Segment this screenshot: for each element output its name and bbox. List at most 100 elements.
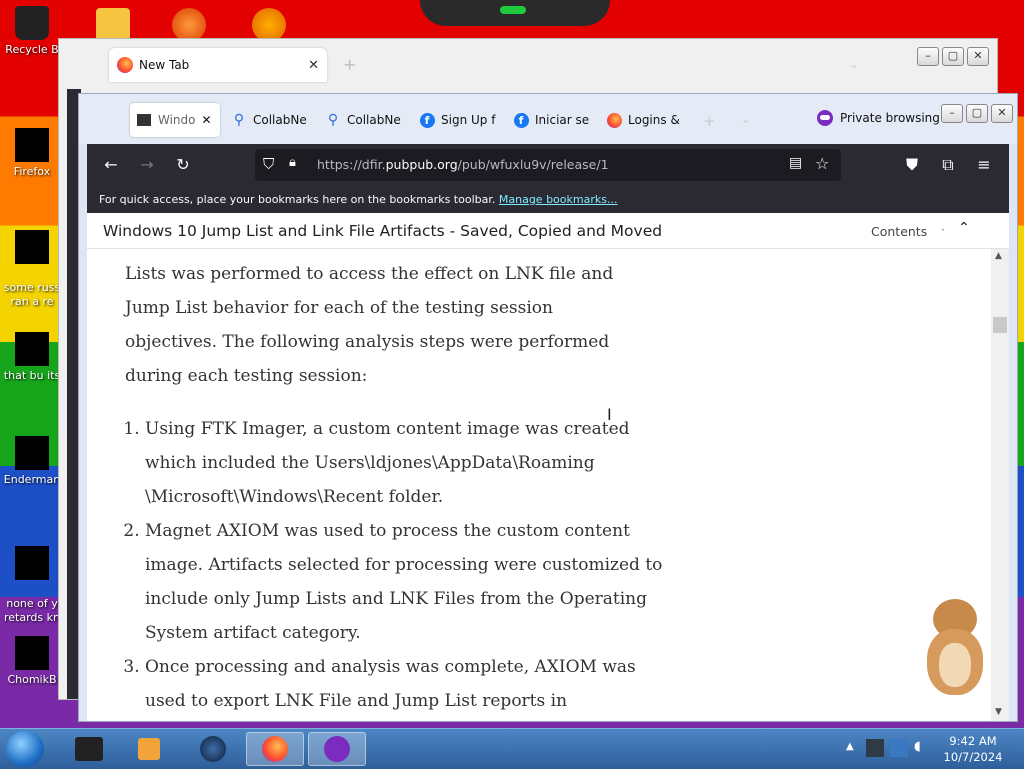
forward-icon[interactable]: → <box>136 154 158 176</box>
taskbar-firefox[interactable] <box>246 732 304 766</box>
minimize-icon[interactable]: – <box>917 47 939 66</box>
collapse-up-icon[interactable]: ⌃ <box>958 220 970 236</box>
bookmarks-toolbar: For quick access, place your bookmarks h… <box>87 186 1009 213</box>
chevron-down-icon[interactable]: ⌄ <box>741 112 751 126</box>
article-content: Lists was performed to access the effect… <box>87 249 991 721</box>
desktop-icon-firefox[interactable]: Firefox <box>2 128 62 179</box>
tab-iniciar-sesion[interactable]: f Iniciar se <box>513 103 589 137</box>
desktop-icon-label: some russ ran a re <box>3 281 61 308</box>
manage-bookmarks-link[interactable]: Manage bookmarks... <box>499 193 618 206</box>
url-domain: pubpub.org <box>385 157 458 172</box>
firefox-icon <box>117 57 133 73</box>
bookmarks-hint: For quick access, place your bookmarks h… <box>99 193 496 206</box>
file-icon <box>15 436 49 470</box>
tab-windows-jump-list[interactable]: Windo ✕ <box>130 103 220 137</box>
lock-icon[interactable]: 🔒︎ <box>289 155 296 170</box>
volume-icon[interactable]: ◖ <box>914 739 921 754</box>
clock[interactable]: 9:42 AM 10/7/2024 <box>938 733 1008 765</box>
new-tab-icon[interactable]: + <box>703 112 716 130</box>
desktop-icon-russ[interactable]: some russ ran a re <box>2 216 62 309</box>
window-controls: – ▢ ✕ <box>941 104 1013 123</box>
tab-new-tab[interactable]: New Tab ✕ <box>109 48 327 82</box>
bookmark-star-icon[interactable]: ☆ <box>815 154 829 173</box>
list-item: Magnet AXIOM was used to process the cus… <box>145 514 665 650</box>
tab-sign-up[interactable]: f Sign Up f <box>419 103 495 137</box>
text-cursor-icon: I <box>607 405 612 424</box>
navigation-toolbar: ← → ↻ ⛉ 🔒︎ https://dfir.pubpub.org/pub/w… <box>87 144 1009 186</box>
clock-time: 9:42 AM <box>949 734 997 748</box>
desktop-icon-label: Firefox <box>13 165 51 178</box>
search-icon: ⚲ <box>233 112 245 128</box>
reader-view-icon[interactable]: ▤ <box>789 155 802 171</box>
shield-icon[interactable]: ⛉ <box>263 155 274 173</box>
desktop-icon-label: that bu its <box>3 369 61 382</box>
tray-app-icon[interactable] <box>866 739 884 757</box>
pocket-icon[interactable]: ⛊ <box>901 154 923 176</box>
taskbar: ▲ ◖ 9:42 AM 10/7/2024 <box>0 728 1024 769</box>
minimize-icon[interactable]: – <box>941 104 963 123</box>
tab-collabnet-1[interactable]: ⚲ CollabNe <box>231 103 307 137</box>
firefox-icon <box>606 112 622 128</box>
app-icon-top-3[interactable] <box>252 8 286 42</box>
article-paragraph: Lists was performed to access the effect… <box>125 264 614 386</box>
url-prefix: https://dfir. <box>317 157 386 172</box>
taskbar-media-player[interactable] <box>120 732 178 766</box>
desktop-icon-enderman[interactable]: Enderman <box>2 436 62 487</box>
file-icon <box>15 332 49 366</box>
desktop-icon-recycle-bin[interactable]: Recycle B <box>2 6 62 57</box>
taskbar-app-1[interactable] <box>60 732 118 766</box>
app-icon-top-2[interactable] <box>172 8 206 42</box>
scroll-down-icon[interactable]: ▼ <box>995 707 1002 717</box>
network-icon[interactable] <box>890 739 908 757</box>
system-tray: ▲ ◖ 9:42 AM 10/7/2024 <box>840 729 1024 769</box>
taskbar-app-3[interactable] <box>184 732 242 766</box>
desktop-icon-label: Enderman <box>3 473 61 486</box>
url-text[interactable]: https://dfir.pubpub.org/pub/wfuxlu9v/rel… <box>317 157 609 172</box>
firefox-icon <box>262 736 288 762</box>
list-item: Using FTK Imager, a custom content image… <box>145 412 665 514</box>
app-icon <box>75 737 103 761</box>
menu-icon[interactable]: ≡ <box>973 154 995 176</box>
taskbar-firefox-private[interactable] <box>308 732 366 766</box>
private-mask-icon <box>817 110 833 126</box>
tray-expand-icon[interactable]: ▲ <box>846 741 854 752</box>
reload-icon[interactable]: ↻ <box>172 154 194 176</box>
list-item: Once processing and analysis was complet… <box>145 650 665 718</box>
extensions-icon[interactable]: ⧉ <box>937 154 959 176</box>
tab-label: Iniciar se <box>535 113 590 127</box>
new-tab-icon[interactable]: + <box>343 55 356 74</box>
page-icon <box>136 112 152 128</box>
scroll-up-icon[interactable]: ▲ <box>995 251 1002 261</box>
tab-collabnet-2[interactable]: ⚲ CollabNe <box>325 103 401 137</box>
private-mask-icon <box>324 736 350 762</box>
close-icon[interactable]: ✕ <box>308 58 319 73</box>
close-icon[interactable]: ✕ <box>991 104 1013 123</box>
page-header: Windows 10 Jump List and Link File Artif… <box>87 213 1009 249</box>
contents-button[interactable]: Contents <box>871 224 927 239</box>
maximize-icon[interactable]: ▢ <box>966 104 988 123</box>
back-icon[interactable]: ← <box>100 154 122 176</box>
maximize-icon[interactable]: ▢ <box>942 47 964 66</box>
start-button[interactable] <box>6 731 44 767</box>
file-icon <box>15 230 49 264</box>
tab-logins[interactable]: Logins & <box>606 103 680 137</box>
url-bar[interactable]: ⛉ 🔒︎ https://dfir.pubpub.org/pub/wfuxlu9… <box>255 149 841 181</box>
hamster-image <box>923 599 987 699</box>
scrollbar-thumb[interactable] <box>993 317 1007 333</box>
desktop-icon-label: ChomikB <box>7 673 57 686</box>
desktop-icon-none[interactable]: none of y retards kn <box>2 532 62 625</box>
tab-label: CollabNe <box>347 113 401 127</box>
chevron-down-icon[interactable]: ⌄ <box>849 57 859 71</box>
vertical-scrollbar[interactable]: ▲ ▼ <box>991 249 1009 721</box>
desktop-icon-label: none of y retards kn <box>4 597 60 624</box>
desktop-icon-that[interactable]: that bu its <box>2 332 62 383</box>
close-icon[interactable]: ✕ <box>202 113 212 127</box>
close-icon[interactable]: ✕ <box>967 47 989 66</box>
separator: · <box>941 223 945 237</box>
app-icon-top-1[interactable] <box>96 8 130 42</box>
facebook-icon: f <box>513 112 529 128</box>
file-icon <box>15 546 49 580</box>
file-icon <box>15 636 49 670</box>
clock-date: 10/7/2024 <box>943 750 1003 764</box>
desktop-icon-chomik[interactable]: ChomikB <box>2 636 62 687</box>
